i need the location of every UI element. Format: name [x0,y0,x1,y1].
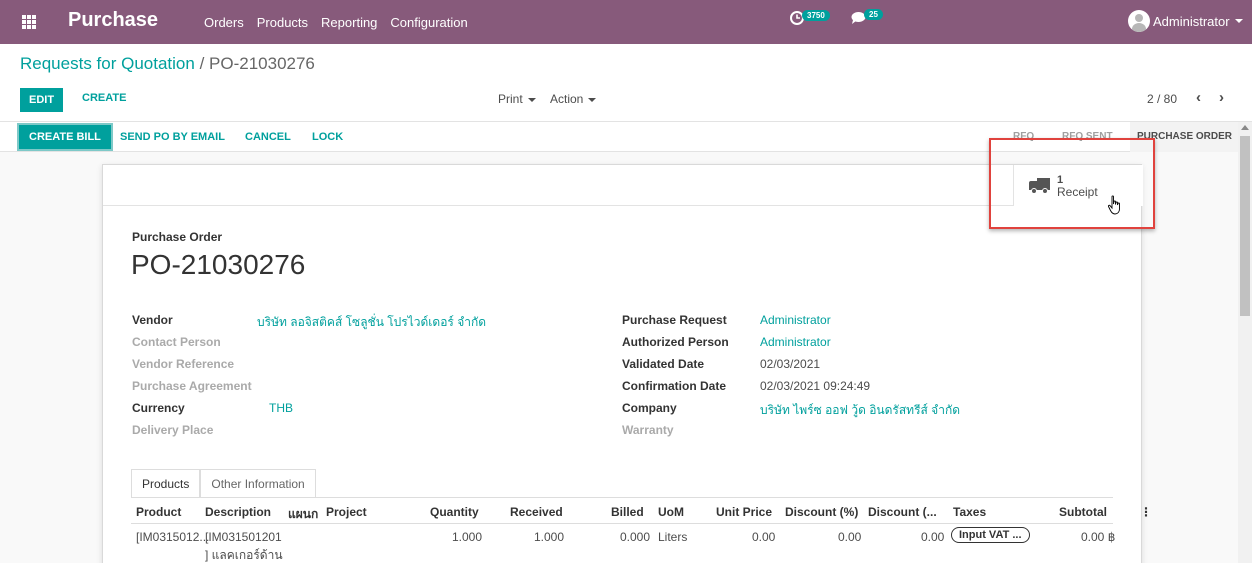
vendor-value[interactable]: บริษัท ลอจิสติคส์ โซลูชั่น โปรไวด์เดอร์ … [257,313,486,332]
create-button[interactable]: CREATE [82,92,126,104]
pager-value[interactable]: 2 / 80 [1147,92,1177,106]
vendor-label: Vendor [132,313,173,327]
tax-tag[interactable]: Input VAT ... [951,527,1030,543]
menu-orders[interactable]: Orders [204,15,244,30]
form-sheet: 1 Receipt Purchase Order PO-21030276 Ven… [102,164,1152,563]
messages-button[interactable]: 25 [851,9,883,24]
column-discount-amount[interactable]: Discount (... [868,505,937,519]
column-options-icon[interactable]: ⋮ [1140,505,1152,519]
caret-down-icon [588,97,597,102]
pager-next-icon[interactable]: › [1219,89,1224,106]
tab-products[interactable]: Products [131,469,201,498]
column-received[interactable]: Received [510,505,563,519]
breadcrumb-current: PO-21030276 [209,54,315,73]
purchase-request-label: Purchase Request [622,313,727,327]
user-name: Administrator [1153,13,1230,29]
lock-button[interactable]: LOCK [312,131,343,143]
warranty-label: Warranty [622,423,674,437]
cell-received[interactable]: 1.000 [534,530,564,544]
company-value[interactable]: บริษัท ไพร์ซ ออฟ วู้ด อินดรัสทรีส์ จำกัด [760,401,960,420]
column-discount-pct[interactable]: Discount (%) [785,505,858,519]
column-quantity[interactable]: Quantity [430,505,479,519]
currency-value[interactable]: THB [269,401,293,415]
action-label: Action [550,92,584,106]
currency-label: Currency [132,401,185,415]
authorized-person-value[interactable]: Administrator [760,335,831,349]
top-menu: Orders Products Reporting Configuration [204,15,481,30]
app-name[interactable]: Purchase [68,9,158,32]
breadcrumb-separator: / [199,54,205,73]
po-title-label: Purchase Order [132,230,223,244]
pager-previous-icon[interactable]: ‹ [1196,89,1201,106]
cell-description-line1[interactable]: [IM031501201 [205,530,282,544]
validated-date-label: Validated Date [622,357,705,371]
avatar [1128,10,1150,32]
caret-down-icon [527,97,536,102]
highlight-box [989,138,1155,229]
smart-button-box: 1 Receipt [103,165,1143,215]
activity-button[interactable]: 3750 [790,9,830,25]
cell-product[interactable]: [IM0315012... [136,530,209,544]
validated-date-value: 02/03/2021 [760,357,821,371]
edit-button[interactable]: EDIT [20,88,64,112]
column-description[interactable]: Description [205,505,271,519]
purchase-agreement-label: Purchase Agreement [132,379,252,393]
menu-configuration[interactable]: Configuration [390,15,467,30]
action-dropdown[interactable]: Action [550,92,597,106]
confirmation-date-value: 02/03/2021 09:24:49 [760,379,871,393]
scroll-thumb[interactable] [1240,136,1250,316]
po-number: PO-21030276 [131,249,306,280]
cell-billed[interactable]: 0.000 [620,530,650,544]
menu-products[interactable]: Products [257,15,308,30]
purchase-request-value[interactable]: Administrator [760,313,831,327]
print-label: Print [498,92,523,106]
company-label: Company [622,401,677,415]
column-project[interactable]: Project [326,505,367,519]
breadcrumb-parent-link[interactable]: Requests for Quotation [20,54,195,73]
breadcrumb: Requests for Quotation / PO-21030276 [20,54,315,74]
tab-other-information[interactable]: Other Information [200,469,316,498]
caret-down-icon [1234,19,1243,23]
column-uom[interactable]: UoM [658,505,684,519]
apps-grid-icon[interactable] [22,15,36,29]
menu-reporting[interactable]: Reporting [321,15,377,30]
print-dropdown[interactable]: Print [498,92,536,106]
cancel-button[interactable]: CANCEL [245,131,291,143]
notebook-tabs: Products Other Information [131,469,316,498]
scroll-up-icon[interactable] [1241,125,1249,130]
cell-discount-amount[interactable]: 0.00 [921,530,944,544]
page-scrollbar[interactable] [1238,122,1252,563]
cell-subtotal: 0.00 ฿ [1081,530,1116,544]
table-header-divider [131,523,1113,524]
message-count-badge: 25 [864,9,883,20]
column-unit-price[interactable]: Unit Price [716,505,772,519]
delivery-place-label: Delivery Place [132,423,214,437]
cell-uom[interactable]: Liters [658,530,687,544]
cell-quantity[interactable]: 1.000 [452,530,482,544]
send-po-email-button[interactable]: SEND PO BY EMAIL [120,131,225,143]
control-panel: Requests for Quotation / PO-21030276 EDI… [0,44,1252,122]
vendor-reference-label: Vendor Reference [132,357,235,371]
create-bill-button[interactable]: CREATE BILL [19,125,111,149]
tabs-divider [131,497,1113,498]
activity-count-badge: 3750 [802,9,830,21]
user-menu[interactable]: Administrator [1128,10,1243,32]
column-product[interactable]: Product [136,505,181,519]
cell-discount-pct[interactable]: 0.00 [838,530,861,544]
column-subtotal[interactable]: Subtotal [1059,505,1107,519]
column-department[interactable]: แผนก [288,505,318,524]
cell-unit-price[interactable]: 0.00 [752,530,775,544]
column-billed[interactable]: Billed [611,505,644,519]
confirmation-date-label: Confirmation Date [622,379,727,393]
column-taxes[interactable]: Taxes [953,505,986,519]
contact-person-label: Contact Person [132,335,221,349]
authorized-person-label: Authorized Person [622,335,729,349]
cell-description-line2[interactable]: ] แลคเกอร์ด้าน [205,546,283,563]
top-navbar: Purchase Orders Products Reporting Confi… [0,0,1252,44]
